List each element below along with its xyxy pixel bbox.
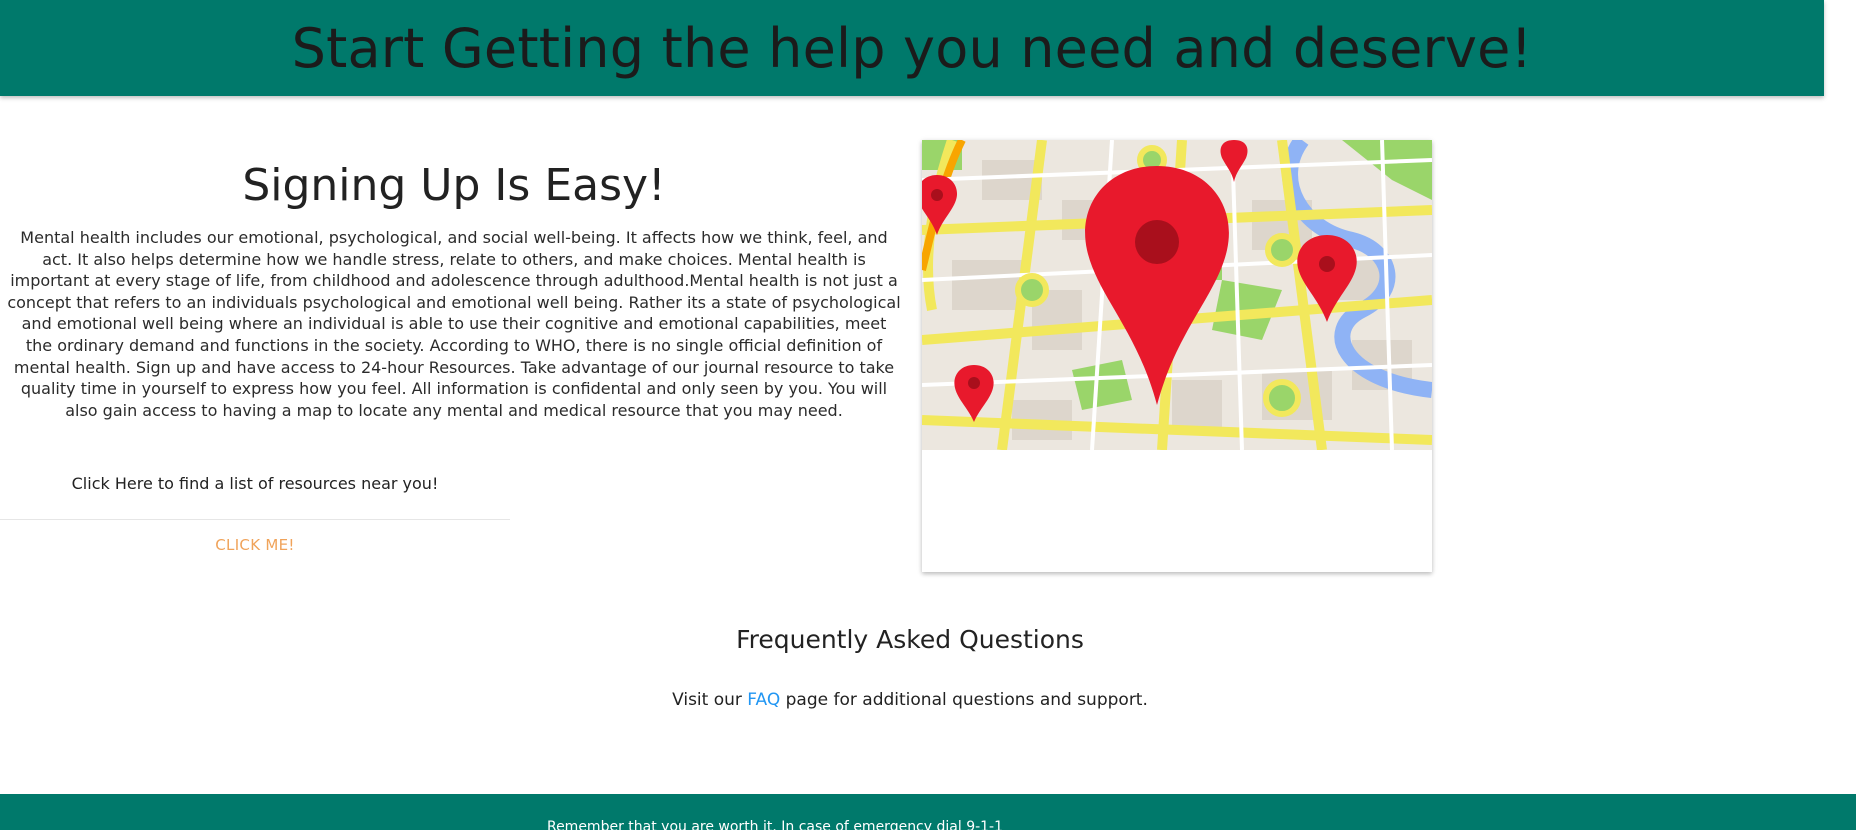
- faq-text-after: page for additional questions and suppor…: [780, 690, 1148, 710]
- card-description: Click Here to find a list of resources n…: [71, 474, 439, 493]
- footer: Remember that you are worth it. In case …: [0, 794, 1856, 830]
- map-image[interactable]: [922, 140, 1432, 450]
- faq-heading: Frequently Asked Questions: [736, 625, 1084, 654]
- resources-card: [922, 140, 1432, 572]
- signup-description: Mental health includes our emotional, ps…: [7, 228, 901, 420]
- faq-text-before: Visit our: [672, 690, 748, 710]
- faq-link[interactable]: FAQ: [747, 690, 780, 710]
- signup-heading: Signing Up Is Easy!: [242, 160, 666, 211]
- faq-section: Frequently Asked Questions: [0, 625, 1820, 654]
- click-me-link[interactable]: CLICK ME!: [0, 536, 510, 554]
- card-divider: [0, 519, 510, 520]
- faq-text: Visit our FAQ page for additional questi…: [0, 690, 1820, 710]
- top-banner: Start Getting the help you need and dese…: [0, 0, 1824, 96]
- signup-section: Signing Up Is Easy! Mental health includ…: [6, 160, 902, 421]
- page: Start Getting the help you need and dese…: [0, 0, 1856, 830]
- footer-text: Remember that you are worth it. In case …: [546, 819, 1004, 830]
- map-illustration: [922, 140, 1432, 450]
- page-title: Start Getting the help you need and dese…: [291, 16, 1533, 80]
